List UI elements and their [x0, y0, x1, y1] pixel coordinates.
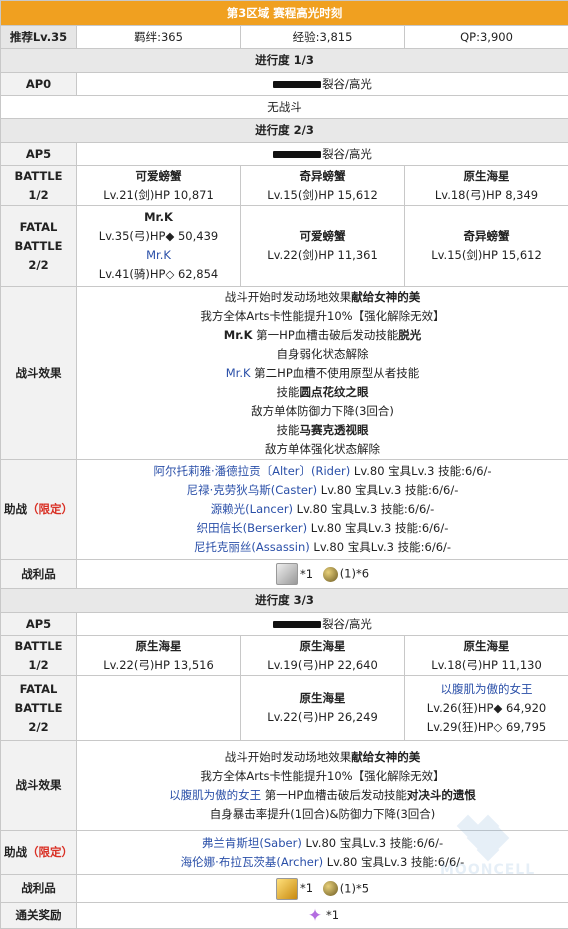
servant-link[interactable]: 海伦娜·布拉瓦茨基(Archer) [181, 855, 323, 869]
enemy-cell: Mr.K Lv.35(弓)HP◆ 50,439 Mr.K Lv.41(骑)HP◇ 62… [76, 205, 241, 287]
enemy-cell: 可爱螃蟹 Lv.21(剑)HP 10,871 [76, 165, 241, 206]
effects-list: 战斗开始时发动场地效果献给女神的美 我方全体Arts卡性能提升10%【强化解除无… [75, 740, 568, 831]
enemy-cell: 可爱螃蟹 Lv.22(剑)HP 11,361 [240, 205, 405, 287]
stage-3-ap: AP5 [0, 612, 77, 636]
loot-items: *1 (1)*6 [75, 559, 568, 589]
stage-2-ap: AP5 [0, 142, 77, 166]
enemy-cell: 原生海星 Lv.18(弓)HP 8,349 [403, 165, 568, 206]
servant-link[interactable]: 尼禄·克劳狄乌斯(Caster) [187, 483, 318, 497]
quest-title: 第3区域 赛程高光时刻 [0, 0, 568, 26]
recommended-level: 推荐Lv.35 [0, 25, 77, 49]
stage-1-ap: AP0 [0, 72, 77, 96]
redacted-bar [273, 150, 322, 158]
redacted-bar [273, 620, 322, 628]
enemy-cell: 奇异螃蟹 Lv.15(剑)HP 15,612 [403, 205, 568, 287]
qp-value: QP:3,900 [403, 25, 568, 49]
quest-table: 第3区域 赛程高光时刻 推荐Lv.35 羁绊:365 经验:3,815 QP:3… [0, 0, 568, 929]
loot-items: *1 (1)*5 [75, 874, 568, 903]
enemy-cell: 原生海星 Lv.22(弓)HP 13,516 [76, 635, 241, 676]
effects-label: 战斗效果 [0, 740, 77, 831]
enemy-cell-empty [76, 675, 241, 741]
enemy-cell: 原生海星 Lv.18(弓)HP 11,130 [403, 635, 568, 676]
servant-link[interactable]: 尼托克丽丝(Assassin) [194, 540, 310, 554]
material-icon[interactable] [275, 877, 298, 900]
servant-link[interactable]: 源赖光(Lancer) [211, 502, 293, 516]
enemy-link[interactable]: Mr.K [146, 248, 171, 262]
stage-3-header: 进行度 3/3 [0, 588, 568, 613]
enemy-cell: 奇异螃蟹 Lv.15(剑)HP 15,612 [240, 165, 405, 206]
battle-label: BATTLE 1/2 [0, 165, 77, 206]
enemy-link[interactable]: Mr.K [226, 366, 251, 380]
fatal-battle-label: FATAL BATTLE 2/2 [0, 205, 77, 287]
enemy-cell: 以腹肌为傲的女王 Lv.26(狂)HP◆ 64,920 Lv.29(狂)HP◇ 69… [403, 675, 568, 741]
redacted-bar [273, 80, 322, 88]
support-list: 弗兰肯斯坦(Saber) Lv.80 宝具Lv.3 技能:6/6/- 海伦娜·布… [75, 830, 568, 875]
stage-2-header: 进行度 2/3 [0, 118, 568, 143]
stage-2-location: 裂谷/高光 [75, 142, 568, 166]
effects-list: 战斗开始时发动场地效果献给女神的美 我方全体Arts卡性能提升10%【强化解除无… [75, 286, 568, 460]
servant-link[interactable]: 阿尔托莉雅·潘德拉贡〔Alter〕(Rider) [153, 464, 350, 478]
loot-label: 战利品 [0, 874, 77, 903]
stage-3-location: 裂谷/高光 [75, 612, 568, 636]
servant-link[interactable]: 弗兰肯斯坦(Saber) [202, 836, 302, 850]
battle-label: BATTLE 1/2 [0, 635, 77, 676]
clear-reward: ✦ *1 [75, 902, 568, 929]
clear-reward-label: 通关奖励 [0, 902, 77, 929]
stage-1-header: 进行度 1/3 [0, 48, 568, 73]
servant-link[interactable]: 织田信长(Berserker) [197, 521, 308, 535]
fatal-battle-label: FATAL BATTLE 2/2 [0, 675, 77, 741]
enemy-cell: 原生海星 Lv.19(弓)HP 22,640 [240, 635, 405, 676]
no-battle-text: 无战斗 [0, 95, 568, 119]
support-list: 阿尔托莉雅·潘德拉贡〔Alter〕(Rider) Lv.80 宝具Lv.3 技能… [75, 459, 568, 560]
enemy-link[interactable]: 以腹肌为傲的女王 [441, 682, 533, 696]
exp-value: 经验:3,815 [240, 25, 405, 49]
effects-label: 战斗效果 [0, 286, 77, 460]
enemy-link[interactable]: 以腹肌为傲的女王 [169, 788, 261, 802]
enemy-cell: 原生海星 Lv.22(弓)HP 26,249 [240, 675, 405, 741]
stage-1-location: 裂谷/高光 [75, 72, 568, 96]
support-label: 助战（限定） [0, 459, 77, 560]
coin-icon[interactable] [322, 566, 338, 582]
material-icon[interactable] [275, 563, 298, 585]
saint-quartz-icon[interactable]: ✦ [306, 907, 324, 925]
bond-value: 羁绊:365 [76, 25, 241, 49]
coin-icon[interactable] [322, 881, 338, 896]
support-label: 助战（限定） [0, 830, 77, 875]
loot-label: 战利品 [0, 559, 77, 589]
